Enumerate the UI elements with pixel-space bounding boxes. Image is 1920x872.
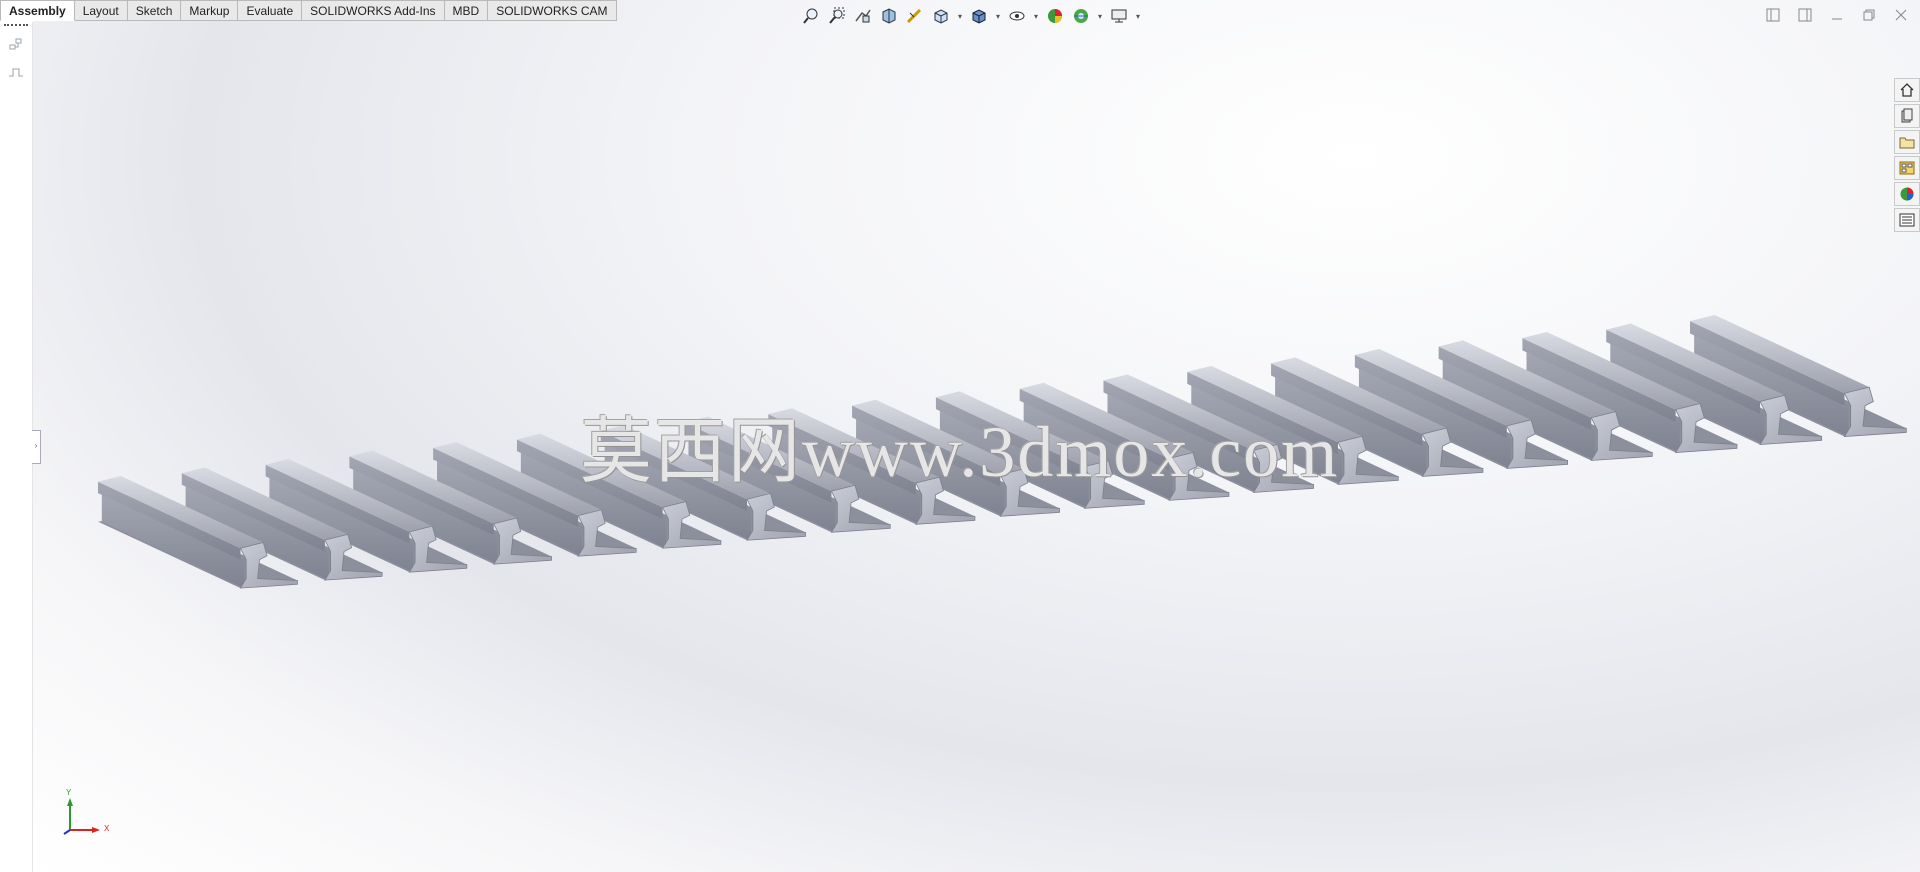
view-palette-icon[interactable]	[1894, 156, 1920, 180]
zoom-to-fit-icon[interactable]	[800, 5, 822, 27]
restore-icon[interactable]	[1860, 6, 1878, 24]
solidworks-resources-icon[interactable]	[1894, 78, 1920, 102]
panel-grip[interactable]	[4, 24, 28, 28]
tab-evaluate[interactable]: Evaluate	[238, 0, 303, 21]
tab-solidworks-add-ins[interactable]: SOLIDWORKS Add-Ins	[302, 0, 445, 21]
feature-tree-icon[interactable]	[7, 36, 25, 54]
window-controls	[1764, 6, 1910, 24]
view-settings-icon[interactable]	[1108, 5, 1130, 27]
panel-collapse-handle[interactable]: ›	[32, 430, 41, 464]
file-explorer-icon[interactable]	[1894, 130, 1920, 154]
triad-y-label: Y	[66, 788, 72, 797]
watermark-text: 莫西网www.3dmox.com	[580, 412, 1340, 492]
minimize-icon[interactable]	[1828, 6, 1846, 24]
chevron-down-icon[interactable]: ▾	[1096, 12, 1104, 21]
tab-sketch[interactable]: Sketch	[127, 0, 182, 21]
tile-right-icon[interactable]	[1796, 6, 1814, 24]
tab-assembly[interactable]: Assembly	[0, 0, 75, 21]
view-orientation-icon[interactable]	[930, 5, 952, 27]
property-manager-icon[interactable]	[7, 64, 25, 82]
dynamic-annotation-views-icon[interactable]	[904, 5, 926, 27]
chevron-down-icon[interactable]: ▾	[994, 12, 1002, 21]
previous-view-icon[interactable]	[852, 5, 874, 27]
hide-show-items-icon[interactable]	[1006, 5, 1028, 27]
design-library-icon[interactable]	[1894, 104, 1920, 128]
close-icon[interactable]	[1892, 6, 1910, 24]
triad-x-label: X	[104, 824, 110, 833]
section-view-icon[interactable]	[878, 5, 900, 27]
feature-manager-strip	[0, 22, 33, 872]
chevron-down-icon[interactable]: ▾	[1032, 12, 1040, 21]
tab-markup[interactable]: Markup	[181, 0, 239, 21]
edit-appearance-icon[interactable]	[1044, 5, 1066, 27]
command-manager-tabs: Assembly Layout Sketch Markup Evaluate SOLIDW…	[0, 0, 617, 22]
tile-left-icon[interactable]	[1764, 6, 1782, 24]
custom-properties-icon[interactable]	[1894, 208, 1920, 232]
heads-up-view-toolbar: ▾ ▾ ▾ ▾ ▾	[800, 4, 1142, 28]
apply-scene-icon[interactable]	[1070, 5, 1092, 27]
display-style-icon[interactable]	[968, 5, 990, 27]
chevron-down-icon[interactable]: ▾	[956, 12, 964, 21]
coordinate-triad: Y X	[58, 788, 118, 838]
tab-mbd[interactable]: MBD	[444, 0, 489, 21]
tab-layout[interactable]: Layout	[74, 0, 128, 21]
chevron-down-icon[interactable]: ▾	[1134, 12, 1142, 21]
zoom-to-area-icon[interactable]	[826, 5, 848, 27]
appearances-scenes-icon[interactable]	[1894, 182, 1920, 206]
tab-solidworks-cam[interactable]: SOLIDWORKS CAM	[488, 0, 617, 21]
task-pane	[1894, 78, 1920, 232]
